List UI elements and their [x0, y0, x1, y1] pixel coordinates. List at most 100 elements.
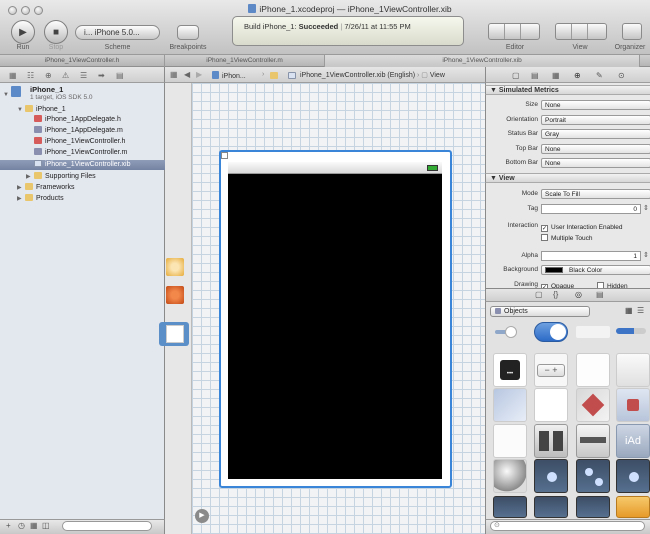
- background-popup[interactable]: Black Color: [541, 265, 650, 275]
- navigator-row-group[interactable]: ▶ Frameworks: [0, 183, 165, 193]
- attributes-inspector-icon[interactable]: ⊕: [574, 71, 581, 80]
- library-item-stepper-dark[interactable]: •••: [493, 353, 527, 387]
- issue-navigator-icon[interactable]: ⚠: [62, 71, 69, 80]
- library-item-long-press-gesture[interactable]: [576, 496, 610, 518]
- library-item-scroll-view[interactable]: [534, 424, 568, 458]
- library-item-switch[interactable]: [534, 322, 568, 342]
- files-owner-icon[interactable]: [166, 258, 184, 276]
- library-item-table-cell[interactable]: [616, 353, 650, 387]
- library-item-text-view[interactable]: [534, 388, 568, 422]
- view-segmented-control[interactable]: [555, 23, 607, 40]
- navigator-row-file[interactable]: iPhone_1AppDelegate.h: [0, 115, 165, 125]
- first-responder-icon[interactable]: [166, 286, 184, 304]
- object-library-icon[interactable]: ◎: [575, 290, 582, 299]
- recent-files-icon[interactable]: ◷: [18, 521, 25, 530]
- back-arrow-icon[interactable]: ◀: [184, 70, 190, 79]
- identity-inspector-icon[interactable]: ▦: [552, 71, 560, 80]
- quick-help-icon[interactable]: ▤: [531, 71, 539, 80]
- project-row[interactable]: ▼: [3, 86, 24, 98]
- add-icon[interactable]: +: [6, 521, 11, 530]
- user-interaction-checkbox[interactable]: ✓ User Interaction Enabled: [541, 222, 623, 232]
- related-items-icon[interactable]: ▦: [170, 70, 178, 79]
- editor-segmented-control[interactable]: [488, 23, 540, 40]
- library-item-image-view[interactable]: [493, 388, 527, 422]
- navigator-row-file[interactable]: iPhone_1ViewController.m: [0, 148, 165, 158]
- library-item-pinch-gesture[interactable]: [576, 459, 610, 493]
- size-inspector-icon[interactable]: ✎: [596, 71, 603, 80]
- media-library-icon[interactable]: ▤: [596, 290, 604, 299]
- navigator-filter-field[interactable]: [62, 521, 152, 531]
- icon-view-icon[interactable]: ▦: [625, 306, 633, 315]
- scm-filter-icon[interactable]: ▦: [30, 521, 38, 530]
- library-filter-popup[interactable]: Objects: [490, 306, 590, 317]
- section-view[interactable]: ▼ View: [485, 173, 650, 183]
- close-window-icon[interactable]: [8, 6, 17, 15]
- navigator-row-file[interactable]: iPhone_1AppDelegate.m: [0, 126, 165, 136]
- tab-viewcontroller-m[interactable]: iPhone_1ViewController.m: [165, 55, 325, 67]
- library-item-swipe-gesture[interactable]: [493, 496, 527, 518]
- tab-viewcontroller-xib[interactable]: iPhone_1ViewController.xib: [325, 55, 640, 67]
- folder-icon[interactable]: [270, 72, 278, 79]
- alpha-field[interactable]: 1: [541, 251, 641, 261]
- tab-viewcontroller-h[interactable]: iPhone_1ViewController.h: [0, 55, 165, 67]
- bottom-bar-popup[interactable]: None: [541, 158, 650, 168]
- library-item-segmented-control[interactable]: [493, 324, 527, 340]
- library-filter-field[interactable]: [490, 521, 645, 531]
- library-item-object[interactable]: [616, 496, 650, 518]
- file-inspector-icon[interactable]: ▢: [512, 71, 520, 80]
- scheme-popup[interactable]: i... iPhone 5.0...: [75, 25, 160, 40]
- library-item-glkit-view[interactable]: [493, 459, 527, 493]
- tag-stepper[interactable]: ⇕: [643, 204, 649, 212]
- orientation-popup[interactable]: Portrait: [541, 115, 650, 125]
- alpha-stepper[interactable]: ⇕: [643, 251, 649, 259]
- library-item-date-picker[interactable]: [576, 424, 610, 458]
- code-snippet-library-icon[interactable]: {}: [553, 290, 558, 299]
- resize-handle[interactable]: [221, 152, 228, 159]
- view-background[interactable]: [228, 174, 442, 479]
- navigator-row-file[interactable]: iPhone_1ViewController.h: [0, 137, 165, 147]
- show-document-outline-button[interactable]: ▶: [195, 509, 209, 523]
- debug-navigator-icon[interactable]: ☰: [80, 71, 87, 80]
- log-navigator-icon[interactable]: ▤: [116, 71, 124, 80]
- breadcrumb-project[interactable]: iPhon...: [212, 71, 246, 80]
- project-navigator-icon[interactable]: ▦: [9, 71, 17, 80]
- forward-arrow-icon[interactable]: ▶: [196, 70, 202, 79]
- section-simulated-metrics[interactable]: ▼ Simulated Metrics: [485, 85, 650, 95]
- minimize-window-icon[interactable]: [21, 6, 30, 15]
- library-item-table-view[interactable]: [576, 353, 610, 387]
- symbol-navigator-icon[interactable]: ☷: [27, 71, 34, 80]
- breadcrumb-file[interactable]: iPhone_1ViewController.xib (English) › ▢…: [300, 71, 445, 79]
- xib-file-icon[interactable]: [288, 72, 296, 79]
- search-navigator-icon[interactable]: ⊕: [45, 71, 52, 80]
- unsaved-filter-icon[interactable]: ◫: [42, 521, 50, 530]
- top-bar-popup[interactable]: None: [541, 144, 650, 154]
- library-item-pan-gesture[interactable]: [534, 496, 568, 518]
- library-item-progress-view[interactable]: [616, 328, 646, 334]
- library-item-web-view[interactable]: [576, 388, 610, 422]
- mode-popup[interactable]: Scale To Fill: [541, 189, 650, 199]
- tag-field[interactable]: 0: [541, 204, 641, 214]
- connections-inspector-icon[interactable]: ⊙: [618, 71, 625, 80]
- run-button[interactable]: ▶: [11, 20, 35, 44]
- library-item-activity-indicator[interactable]: [576, 326, 610, 338]
- breakpoint-navigator-icon[interactable]: ➡: [98, 71, 105, 80]
- library-item-ad-banner[interactable]: iAd: [616, 424, 650, 458]
- size-popup[interactable]: None: [541, 100, 650, 110]
- library-item-rotation-gesture[interactable]: [616, 459, 650, 493]
- library-item-stepper[interactable]: − +: [534, 353, 568, 387]
- multiple-touch-checkbox[interactable]: Multiple Touch: [541, 233, 592, 242]
- library-item-map-view[interactable]: [616, 388, 650, 422]
- navigator-row-group[interactable]: ▶ Products: [0, 194, 165, 204]
- breakpoints-button[interactable]: [177, 25, 199, 40]
- stop-button[interactable]: ■: [44, 20, 68, 44]
- status-bar-popup[interactable]: Gray: [541, 129, 650, 139]
- organizer-button[interactable]: [622, 23, 642, 40]
- list-view-icon[interactable]: ☰: [637, 306, 644, 315]
- library-item-tap-gesture[interactable]: [534, 459, 568, 493]
- zoom-window-icon[interactable]: [34, 6, 43, 15]
- navigator-row-file-selected[interactable]: iPhone_1ViewController.xib: [0, 160, 165, 170]
- file-template-library-icon[interactable]: ▢: [535, 290, 543, 299]
- navigator-row-group[interactable]: ▶ Supporting Files: [0, 172, 165, 182]
- library-item-view[interactable]: [493, 424, 527, 458]
- navigator-row-group[interactable]: ▼ iPhone_1: [0, 105, 165, 115]
